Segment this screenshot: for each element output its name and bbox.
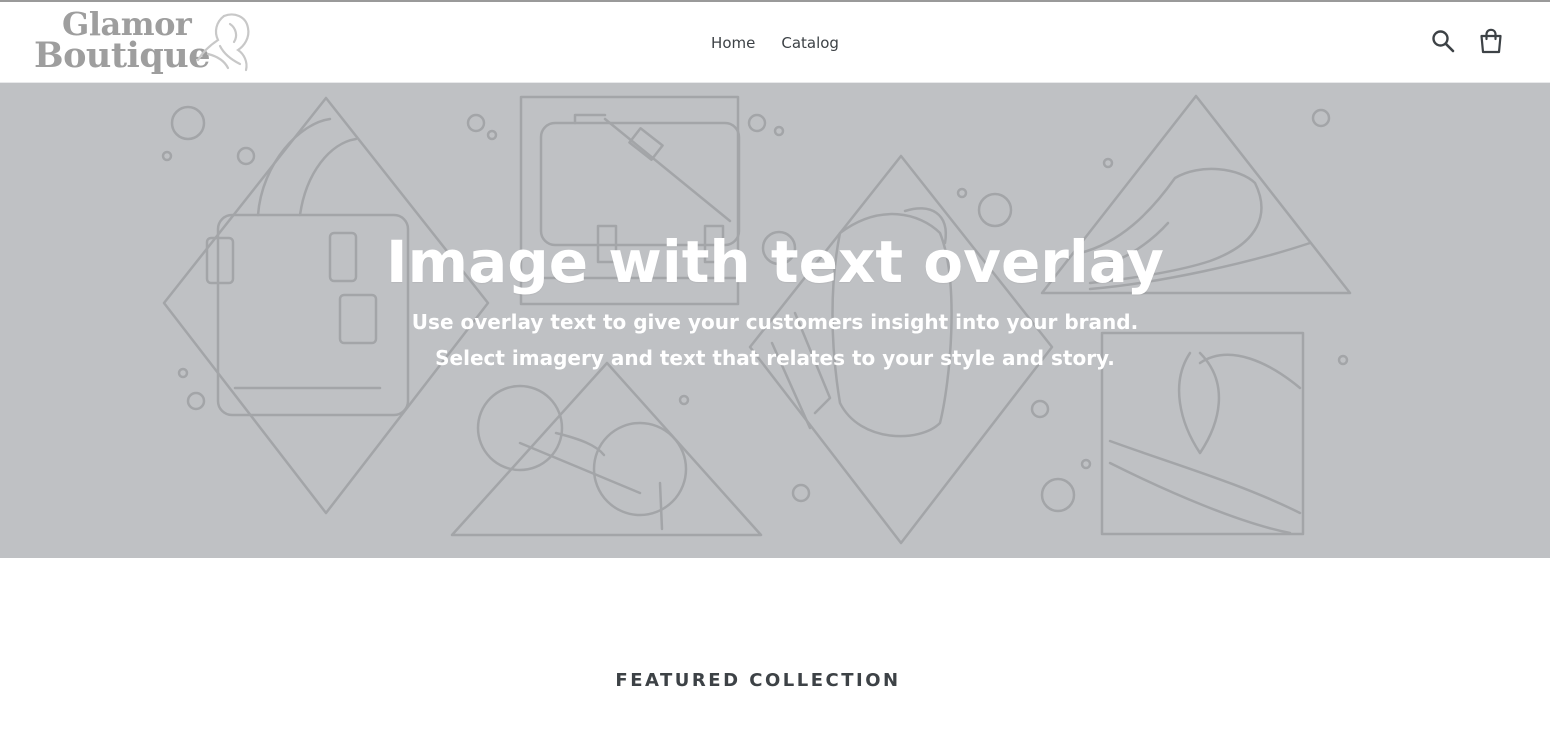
nav-link-catalog[interactable]: Catalog <box>781 30 839 56</box>
logo-text-line2: Boutique <box>34 35 211 76</box>
featured-collection-section: FEATURED COLLECTION <box>0 558 1550 742</box>
cart-icon[interactable] <box>1478 28 1504 54</box>
store-logo[interactable]: Glamor Boutique <box>34 6 254 80</box>
search-icon[interactable] <box>1430 28 1456 54</box>
hero-banner: Image with text overlay Use overlay text… <box>0 83 1550 558</box>
featured-collection-title: FEATURED COLLECTION <box>615 670 901 691</box>
hero-subtitle-line1: Use overlay text to give your customers … <box>411 309 1139 334</box>
header-icons <box>1430 28 1504 54</box>
site-header: Glamor Boutique Home Catalog <box>0 2 1550 83</box>
woman-silhouette-icon <box>196 13 250 72</box>
hero-title: Image with text overlay <box>386 228 1164 297</box>
nav-link-home[interactable]: Home <box>711 30 755 56</box>
hero-subtitle: Use overlay text to give your customers … <box>412 304 1138 376</box>
hero-text-overlay: Image with text overlay Use overlay text… <box>0 83 1550 558</box>
hero-subtitle-line2: Select imagery and text that relates to … <box>435 345 1115 370</box>
